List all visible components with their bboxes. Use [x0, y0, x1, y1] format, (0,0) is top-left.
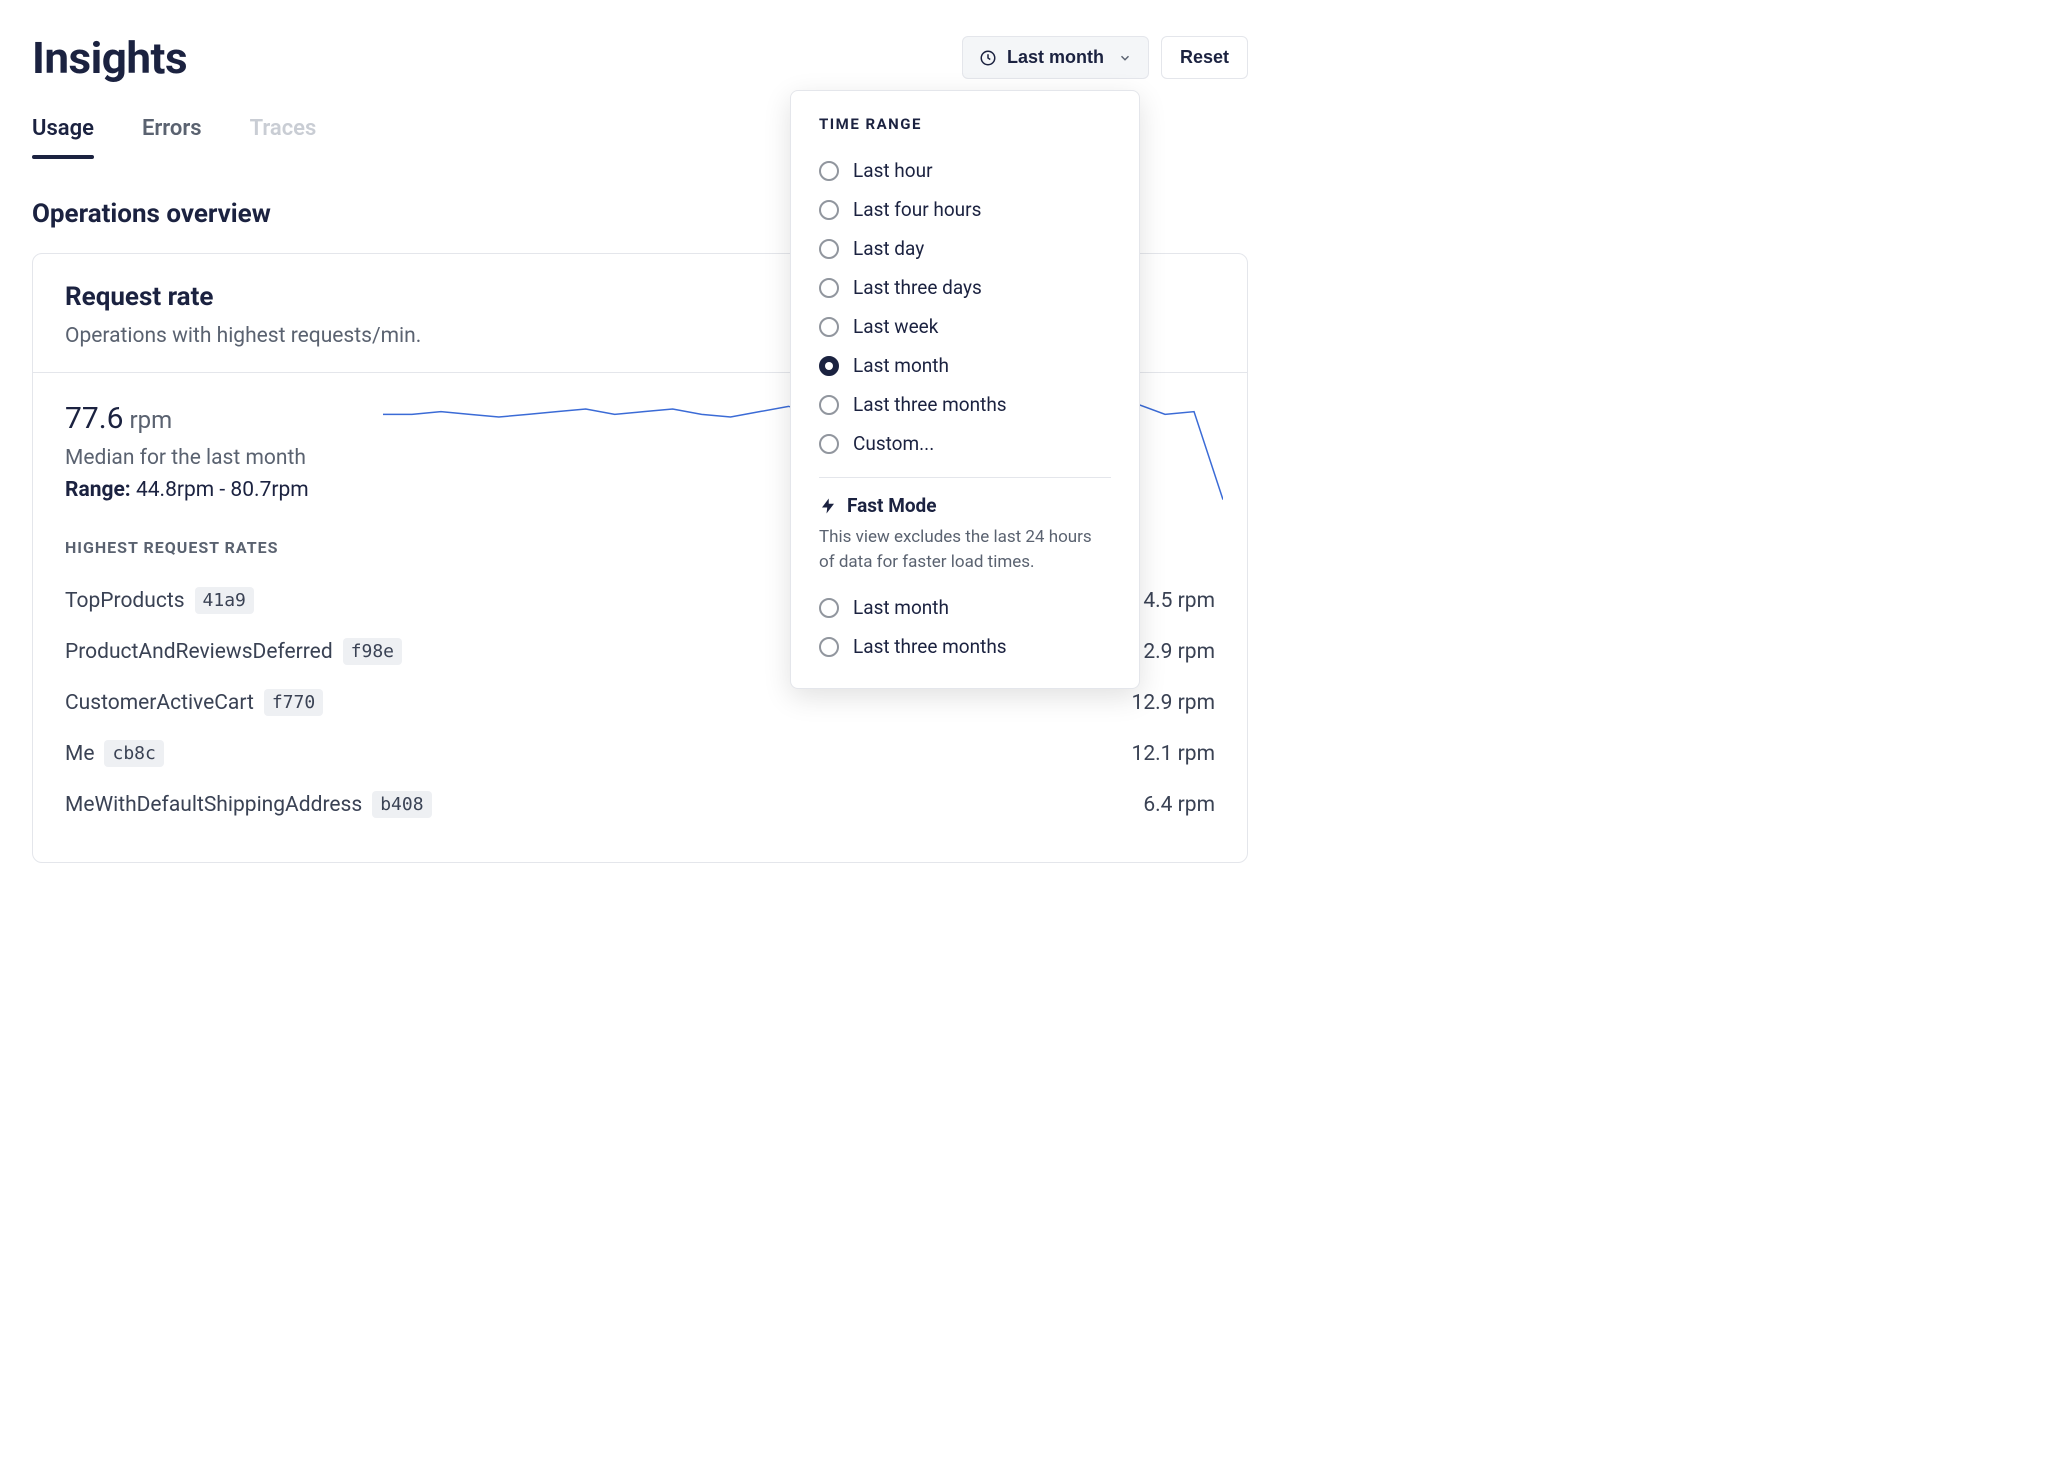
- time-range-option[interactable]: Last hour: [819, 151, 1111, 190]
- radio-label: Last three months: [853, 635, 1007, 658]
- radio-label: Last four hours: [853, 198, 981, 221]
- operation-rate: 14.5 rpm: [1132, 589, 1215, 613]
- operation-hash: 41a9: [195, 587, 254, 614]
- metric-value: 77.6: [65, 401, 124, 436]
- fast-mode-options: Last month Last three months: [819, 588, 1111, 666]
- radio-label: Last three days: [853, 276, 982, 299]
- page-title: Insights: [32, 32, 187, 84]
- operation-hash: f770: [264, 689, 323, 716]
- lightning-icon: [819, 495, 837, 517]
- radio-icon: [819, 598, 839, 618]
- operation-name: MeWithDefaultShippingAddress: [65, 793, 362, 817]
- operation-name: CustomerActiveCart: [65, 691, 254, 715]
- operation-rate: 6.4 rpm: [1143, 793, 1215, 817]
- clock-icon: [979, 49, 997, 67]
- range-value: 44.8rpm - 80.7rpm: [136, 478, 309, 502]
- radio-icon: [819, 395, 839, 415]
- radio-icon: [819, 317, 839, 337]
- fast-mode-heading: Fast Mode: [819, 494, 1111, 517]
- time-range-option[interactable]: Last month: [819, 588, 1111, 627]
- radio-label: Last week: [853, 315, 938, 338]
- tab-usage[interactable]: Usage: [32, 116, 94, 159]
- time-range-option[interactable]: Last day: [819, 229, 1111, 268]
- operation-name: Me: [65, 742, 94, 766]
- time-range-option[interactable]: Last week: [819, 307, 1111, 346]
- reset-button[interactable]: Reset: [1161, 36, 1248, 79]
- radio-icon: [819, 239, 839, 259]
- chevron-down-icon: [1118, 51, 1132, 65]
- time-range-option[interactable]: Custom...: [819, 424, 1111, 463]
- operation-name: ProductAndReviewsDeferred: [65, 640, 333, 664]
- time-range-popover: TIME RANGE Last hourLast four hoursLast …: [790, 90, 1140, 689]
- time-range-option[interactable]: Last four hours: [819, 190, 1111, 229]
- radio-label: Last hour: [853, 159, 933, 182]
- radio-label: Last month: [853, 354, 949, 377]
- popover-divider: [819, 477, 1111, 478]
- radio-label: Last three months: [853, 393, 1007, 416]
- radio-icon: [819, 161, 839, 181]
- operation-hash: cb8c: [104, 740, 163, 767]
- operation-hash: f98e: [343, 638, 402, 665]
- operation-row[interactable]: MeWithDefaultShippingAddress b408 6.4 rpm: [65, 779, 1215, 830]
- operation-row[interactable]: Me cb8c 12.1 rpm: [65, 728, 1215, 779]
- fast-mode-desc: This view excludes the last 24 hours of …: [819, 525, 1111, 574]
- time-range-option[interactable]: Last three months: [819, 385, 1111, 424]
- radio-icon: [819, 278, 839, 298]
- radio-label: Custom...: [853, 432, 934, 455]
- fast-mode-title: Fast Mode: [847, 494, 937, 517]
- radio-icon: [819, 434, 839, 454]
- tab-traces: Traces: [250, 116, 317, 159]
- header-controls: Last month Reset: [962, 36, 1248, 79]
- radio-icon: [819, 200, 839, 220]
- time-range-option[interactable]: Last three days: [819, 268, 1111, 307]
- metric-unit: rpm: [130, 406, 173, 434]
- tab-errors[interactable]: Errors: [142, 116, 202, 159]
- radio-icon: [819, 637, 839, 657]
- operation-hash: b408: [372, 791, 431, 818]
- range-label: Range:: [65, 478, 131, 502]
- time-range-option[interactable]: Last month: [819, 346, 1111, 385]
- time-range-options: Last hour Last four hours Last day Last thr…: [819, 151, 1111, 463]
- time-range-label: Last month: [1007, 47, 1104, 68]
- radio-label: Last month: [853, 596, 949, 619]
- operation-name: TopProducts: [65, 589, 185, 613]
- time-range-option[interactable]: Last three months: [819, 627, 1111, 666]
- time-range-button[interactable]: Last month: [962, 36, 1149, 79]
- operation-rate: 12.9 rpm: [1132, 691, 1215, 715]
- radio-label: Last day: [853, 237, 924, 260]
- radio-icon: [819, 356, 839, 376]
- operation-rate: 12.9 rpm: [1132, 640, 1215, 664]
- operation-rate: 12.1 rpm: [1132, 742, 1215, 766]
- popover-heading: TIME RANGE: [819, 115, 1111, 133]
